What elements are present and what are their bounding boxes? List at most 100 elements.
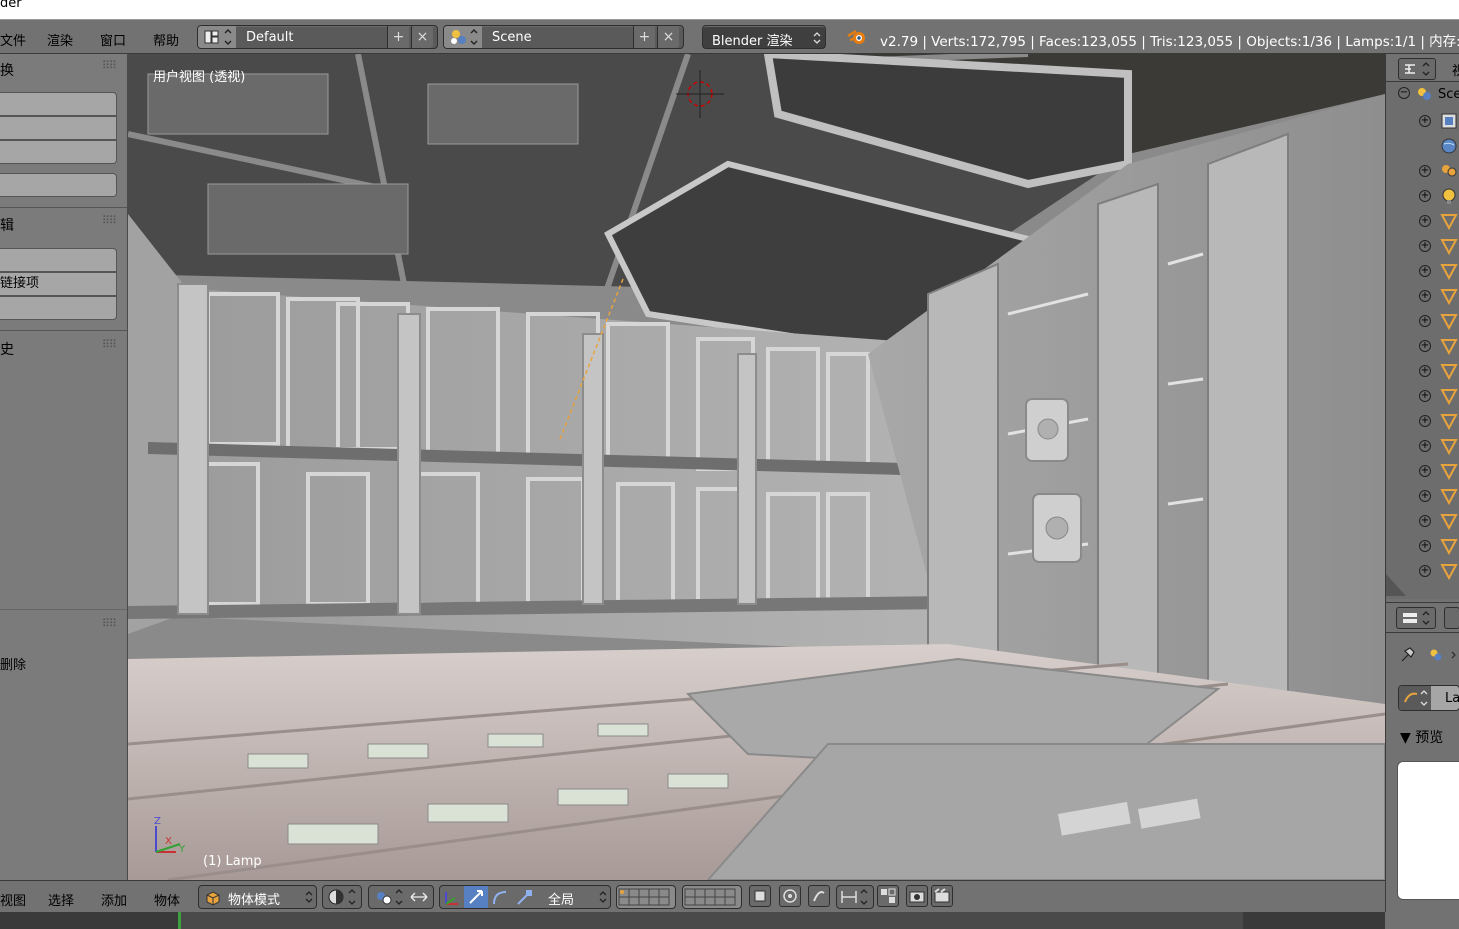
render-engine-dropdown[interactable]: Blender 渲染 [702, 25, 826, 49]
transform-button-4[interactable] [0, 173, 117, 197]
snap-element-dropdown[interactable] [836, 885, 874, 909]
render-opengl-still-icon[interactable] [906, 885, 928, 907]
menu-add[interactable]: 添加 [101, 890, 127, 909]
menu-window[interactable]: 窗口 [100, 30, 126, 49]
transform-orientation-label[interactable]: 全局 [548, 889, 574, 908]
outliner-row[interactable]: + [1386, 184, 1459, 209]
snap-target-icon[interactable] [877, 885, 899, 907]
snap-toggle-icon[interactable] [808, 885, 830, 907]
properties-context-icon[interactable] [1444, 607, 1459, 629]
menu-view-label[interactable]: 视图 [0, 890, 26, 909]
outliner-row[interactable]: + [1386, 559, 1459, 584]
outliner-row[interactable]: + [1386, 509, 1459, 534]
panel-transform-header[interactable]: 换 ⠿⠿ [0, 56, 126, 80]
outliner[interactable]: 视 − Sce + + + + + + + + + + + + + + + + + + [1386, 54, 1459, 599]
outliner-row[interactable]: + [1386, 209, 1459, 234]
lamp-datablock-field[interactable]: La [1398, 685, 1459, 711]
add-scene-icon[interactable]: + [633, 26, 655, 48]
manipulator-toggle-icon[interactable] [440, 886, 464, 908]
expand-icon[interactable]: + [1419, 390, 1431, 402]
edit-button-link[interactable]: 链接项 [0, 272, 117, 296]
expand-icon[interactable]: + [1419, 240, 1431, 252]
scene-field[interactable]: Scene + × [443, 25, 684, 49]
outliner-row[interactable] [1386, 134, 1459, 159]
menu-file[interactable]: 文件 [0, 30, 26, 49]
current-frame-indicator[interactable] [178, 912, 181, 929]
expand-icon[interactable]: + [1419, 465, 1431, 477]
menu-object[interactable]: 物体 [154, 890, 180, 909]
outliner-row[interactable]: + [1386, 409, 1459, 434]
outliner-row[interactable]: + [1386, 159, 1459, 184]
pin-and-scene-icons[interactable] [1398, 645, 1458, 665]
drag-handle-icon[interactable]: ⠿⠿ [102, 617, 117, 630]
drag-handle-icon[interactable]: ⠿⠿ [102, 59, 117, 72]
3d-viewport[interactable]: 用户视图 (透视) Z X Y (1) Lamp [128, 54, 1385, 880]
interaction-mode-dropdown[interactable]: 物体模式 [198, 885, 317, 909]
menu-render[interactable]: 渲染 [47, 30, 73, 49]
outliner-row[interactable]: + [1386, 534, 1459, 559]
lamp-type-icon[interactable] [1399, 686, 1431, 710]
layers-group-1[interactable] [616, 885, 676, 909]
delete-screen-icon[interactable]: × [411, 26, 433, 48]
edit-button-3[interactable] [0, 296, 117, 320]
expand-icon[interactable]: + [1419, 190, 1431, 202]
panel-history-header[interactable]: 史 ⠿⠿ [0, 335, 126, 359]
pivot-and-manipulator-group[interactable] [368, 885, 434, 909]
edit-button-1[interactable] [0, 248, 117, 272]
outliner-row[interactable]: + [1386, 109, 1459, 134]
menu-select[interactable]: 选择 [48, 890, 74, 909]
expand-icon[interactable]: + [1419, 515, 1431, 527]
lamp-name[interactable]: La [1445, 691, 1459, 706]
outliner-scene-row[interactable]: − Sce [1398, 84, 1459, 106]
outliner-row[interactable]: + [1386, 434, 1459, 459]
expand-icon[interactable]: + [1419, 115, 1431, 127]
preview-panel-header[interactable]: ▼ 预览 [1400, 727, 1443, 747]
expand-icon[interactable]: + [1419, 165, 1431, 177]
expand-icon[interactable]: + [1419, 440, 1431, 452]
outliner-row[interactable]: + [1386, 309, 1459, 334]
properties-editor-type-icon[interactable] [1396, 607, 1436, 629]
transform-button-2[interactable] [0, 116, 117, 140]
lock-layers-icon[interactable] [749, 885, 771, 907]
expand-icon[interactable]: + [1419, 415, 1431, 427]
outliner-row[interactable]: + [1386, 334, 1459, 359]
outliner-row[interactable]: + [1386, 234, 1459, 259]
outliner-row[interactable]: + [1386, 359, 1459, 384]
outliner-row[interactable]: + [1386, 284, 1459, 309]
panel-operator-header[interactable]: ⠿⠿ [0, 614, 126, 638]
collapse-icon[interactable]: − [1398, 87, 1410, 99]
expand-icon[interactable]: + [1419, 540, 1431, 552]
layers-group-2[interactable] [682, 885, 742, 909]
interaction-mode-label[interactable]: 物体模式 [228, 889, 280, 908]
render-engine-label[interactable]: Blender 渲染 [712, 30, 793, 49]
expand-icon[interactable]: + [1419, 565, 1431, 577]
scale-manipulator-icon[interactable] [512, 886, 536, 908]
add-screen-icon[interactable]: + [387, 26, 409, 48]
translate-manipulator-icon[interactable] [464, 886, 488, 908]
expand-icon[interactable]: + [1419, 365, 1431, 377]
expand-icon[interactable]: + [1419, 290, 1431, 302]
transform-button-1[interactable] [0, 92, 117, 116]
outliner-row[interactable]: + [1386, 259, 1459, 284]
drag-handle-icon[interactable]: ⠿⠿ [102, 214, 117, 227]
screen-layout-icon[interactable] [198, 26, 236, 48]
expand-icon[interactable]: + [1419, 315, 1431, 327]
transform-button-3[interactable] [0, 140, 117, 164]
screen-layout-field[interactable]: Default + × [197, 25, 438, 49]
outliner-row[interactable]: + [1386, 484, 1459, 509]
viewport-shading-dropdown[interactable] [322, 885, 362, 909]
drag-handle-icon[interactable]: ⠿⠿ [102, 338, 117, 351]
scene-name[interactable]: Scene [492, 30, 532, 45]
expand-icon[interactable]: + [1419, 215, 1431, 227]
scene-icon[interactable] [444, 26, 482, 48]
timeline-strip[interactable] [0, 912, 1385, 929]
transform-manipulator-group[interactable]: 全局 [439, 885, 611, 909]
rotate-manipulator-icon[interactable] [488, 886, 512, 908]
outliner-row[interactable]: + [1386, 384, 1459, 409]
delete-scene-icon[interactable]: × [657, 26, 679, 48]
expand-icon[interactable]: + [1419, 490, 1431, 502]
menu-help[interactable]: 帮助 [153, 30, 179, 49]
render-opengl-animation-icon[interactable] [931, 885, 953, 907]
panel-edit-header[interactable]: 辑 ⠿⠿ [0, 211, 126, 235]
expand-icon[interactable]: + [1419, 340, 1431, 352]
